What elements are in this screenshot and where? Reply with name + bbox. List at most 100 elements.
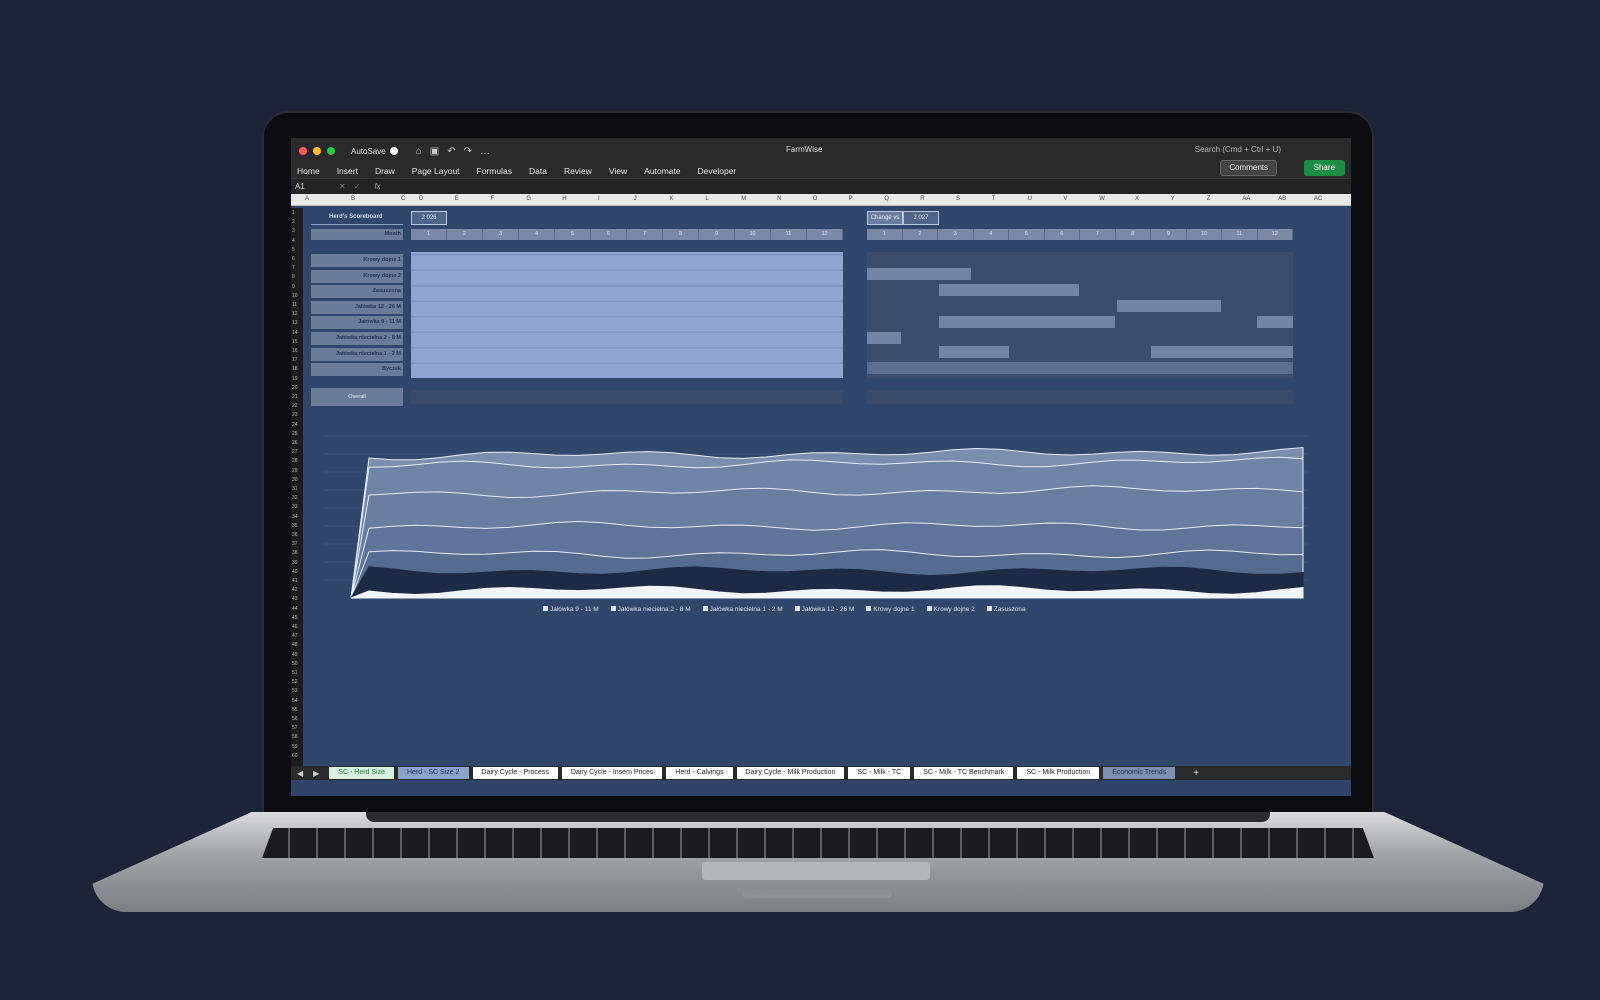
sheet-tab[interactable]: SC - Milk - TC Benchmark xyxy=(914,767,1014,779)
row-header[interactable]: 28 xyxy=(292,458,298,464)
row-header[interactable]: 44 xyxy=(292,606,298,612)
row-header[interactable]: 22 xyxy=(292,403,298,409)
row-header[interactable]: 46 xyxy=(292,624,298,630)
save-icon[interactable]: ▣ xyxy=(430,146,439,157)
row-header[interactable]: 15 xyxy=(292,339,298,345)
row-header[interactable]: 56 xyxy=(292,716,298,722)
column-header[interactable]: H xyxy=(562,196,566,202)
redo-icon[interactable]: ↷ xyxy=(464,146,472,157)
ribbon-tab[interactable]: View xyxy=(609,166,627,176)
column-header[interactable]: N xyxy=(777,196,781,202)
column-header[interactable]: I xyxy=(598,196,600,202)
ribbon-tab[interactable]: Developer xyxy=(697,166,736,176)
change-year-cell[interactable]: 2 027 xyxy=(903,211,939,225)
row-header[interactable]: 11 xyxy=(292,302,297,308)
column-header[interactable]: E xyxy=(455,196,459,202)
change-values-grid[interactable] xyxy=(867,252,1293,378)
row-header[interactable]: 4 xyxy=(292,238,295,244)
herd-area-chart[interactable] xyxy=(323,426,1313,621)
column-header[interactable]: AA xyxy=(1242,196,1250,202)
row-header[interactable]: 2 xyxy=(292,219,295,225)
row-header[interactable]: 8 xyxy=(292,274,295,280)
column-header[interactable]: F xyxy=(491,196,495,202)
year-cell[interactable]: 2 026 xyxy=(411,211,447,225)
row-header[interactable]: 24 xyxy=(292,422,298,428)
sheet-tab[interactable]: SC - Milk Production xyxy=(1017,767,1100,779)
row-header[interactable]: 45 xyxy=(292,615,298,621)
row-header[interactable]: 59 xyxy=(292,744,298,750)
row-header[interactable]: 54 xyxy=(292,698,298,704)
row-header[interactable]: 12 xyxy=(292,311,298,317)
row-header[interactable]: 3 xyxy=(292,228,295,234)
row-header[interactable]: 30 xyxy=(292,477,298,483)
sheet-tab[interactable]: Dairy Cycle - Insem Prices xyxy=(561,767,663,779)
column-header[interactable]: V xyxy=(1063,196,1067,202)
search-input[interactable]: Search (Cmd + Ctrl + U) xyxy=(1195,145,1281,154)
ribbon-tab[interactable]: Page Layout xyxy=(412,166,460,176)
column-header[interactable]: S xyxy=(956,196,960,202)
minimize-button[interactable] xyxy=(313,147,321,155)
column-header[interactable]: D xyxy=(419,196,423,202)
row-header[interactable]: 39 xyxy=(292,560,298,566)
column-header[interactable]: AB xyxy=(1278,196,1286,202)
comments-button[interactable]: Comments xyxy=(1220,160,1277,176)
row-header[interactable]: 53 xyxy=(292,688,298,694)
row-header[interactable]: 31 xyxy=(292,486,298,492)
sheet-tab[interactable]: SC - Herd Size xyxy=(329,767,394,779)
row-header[interactable]: 42 xyxy=(292,587,298,593)
row-header[interactable]: 16 xyxy=(292,348,298,354)
row-header[interactable]: 19 xyxy=(292,376,298,382)
function-icon[interactable]: fx xyxy=(374,182,380,191)
scoreboard-values-grid[interactable] xyxy=(411,252,843,378)
row-header[interactable]: 33 xyxy=(292,504,298,510)
row-header[interactable]: 7 xyxy=(292,265,295,271)
row-header[interactable]: 5 xyxy=(292,247,295,253)
row-header[interactable]: 40 xyxy=(292,569,298,575)
row-header[interactable]: 17 xyxy=(292,357,298,363)
row-header[interactable]: 43 xyxy=(292,596,298,602)
row-header[interactable]: 34 xyxy=(292,514,298,520)
column-header[interactable]: M xyxy=(741,196,746,202)
ribbon-tab[interactable]: Formulas xyxy=(477,166,512,176)
ribbon-tab[interactable]: Insert xyxy=(337,166,358,176)
more-icon[interactable]: … xyxy=(480,146,490,157)
ribbon-tab[interactable]: Data xyxy=(529,166,547,176)
column-header[interactable]: A xyxy=(305,196,309,202)
row-header[interactable]: 9 xyxy=(292,284,295,290)
column-header[interactable]: B xyxy=(351,196,355,202)
home-icon[interactable]: ⌂ xyxy=(416,146,422,157)
column-header[interactable]: C xyxy=(401,196,405,202)
row-header[interactable]: 26 xyxy=(292,440,298,446)
row-header[interactable]: 41 xyxy=(292,578,298,584)
column-header[interactable]: U xyxy=(1028,196,1032,202)
column-header[interactable]: R xyxy=(920,196,924,202)
name-box[interactable]: A1 xyxy=(295,182,339,191)
row-header[interactable]: 20 xyxy=(292,385,298,391)
add-sheet-icon[interactable]: + xyxy=(1193,768,1199,779)
column-header[interactable]: K xyxy=(670,196,674,202)
column-header[interactable]: P xyxy=(849,196,853,202)
row-header[interactable]: 36 xyxy=(292,532,298,538)
row-header[interactable]: 10 xyxy=(292,293,298,299)
row-header[interactable]: 1 xyxy=(292,210,295,216)
sheet-tab[interactable]: Herd - Calvings xyxy=(666,767,733,779)
cancel-icon[interactable]: ✕ xyxy=(339,182,346,191)
sheet-tab[interactable]: Dairy Cycle - Process xyxy=(472,767,558,779)
column-header[interactable]: J xyxy=(634,196,637,202)
row-header[interactable]: 35 xyxy=(292,523,298,529)
confirm-icon[interactable]: ✓ xyxy=(354,182,361,191)
column-header[interactable]: AC xyxy=(1314,196,1322,202)
row-header[interactable]: 58 xyxy=(292,734,298,740)
column-header[interactable]: T xyxy=(992,196,996,202)
row-header[interactable]: 57 xyxy=(292,725,298,731)
autosave-toggle[interactable] xyxy=(389,147,398,155)
ribbon-tab[interactable]: Home xyxy=(297,166,320,176)
zoom-button[interactable] xyxy=(327,147,335,155)
row-header[interactable]: 60 xyxy=(292,753,298,759)
row-header[interactable]: 23 xyxy=(292,412,298,418)
sheet-tab[interactable]: Economic Trends xyxy=(1103,767,1176,779)
row-header[interactable]: 48 xyxy=(292,642,298,648)
row-header[interactable]: 55 xyxy=(292,707,298,713)
sheet-tab[interactable]: SC - Milk - TC xyxy=(848,767,911,779)
column-header[interactable]: Y xyxy=(1171,196,1175,202)
